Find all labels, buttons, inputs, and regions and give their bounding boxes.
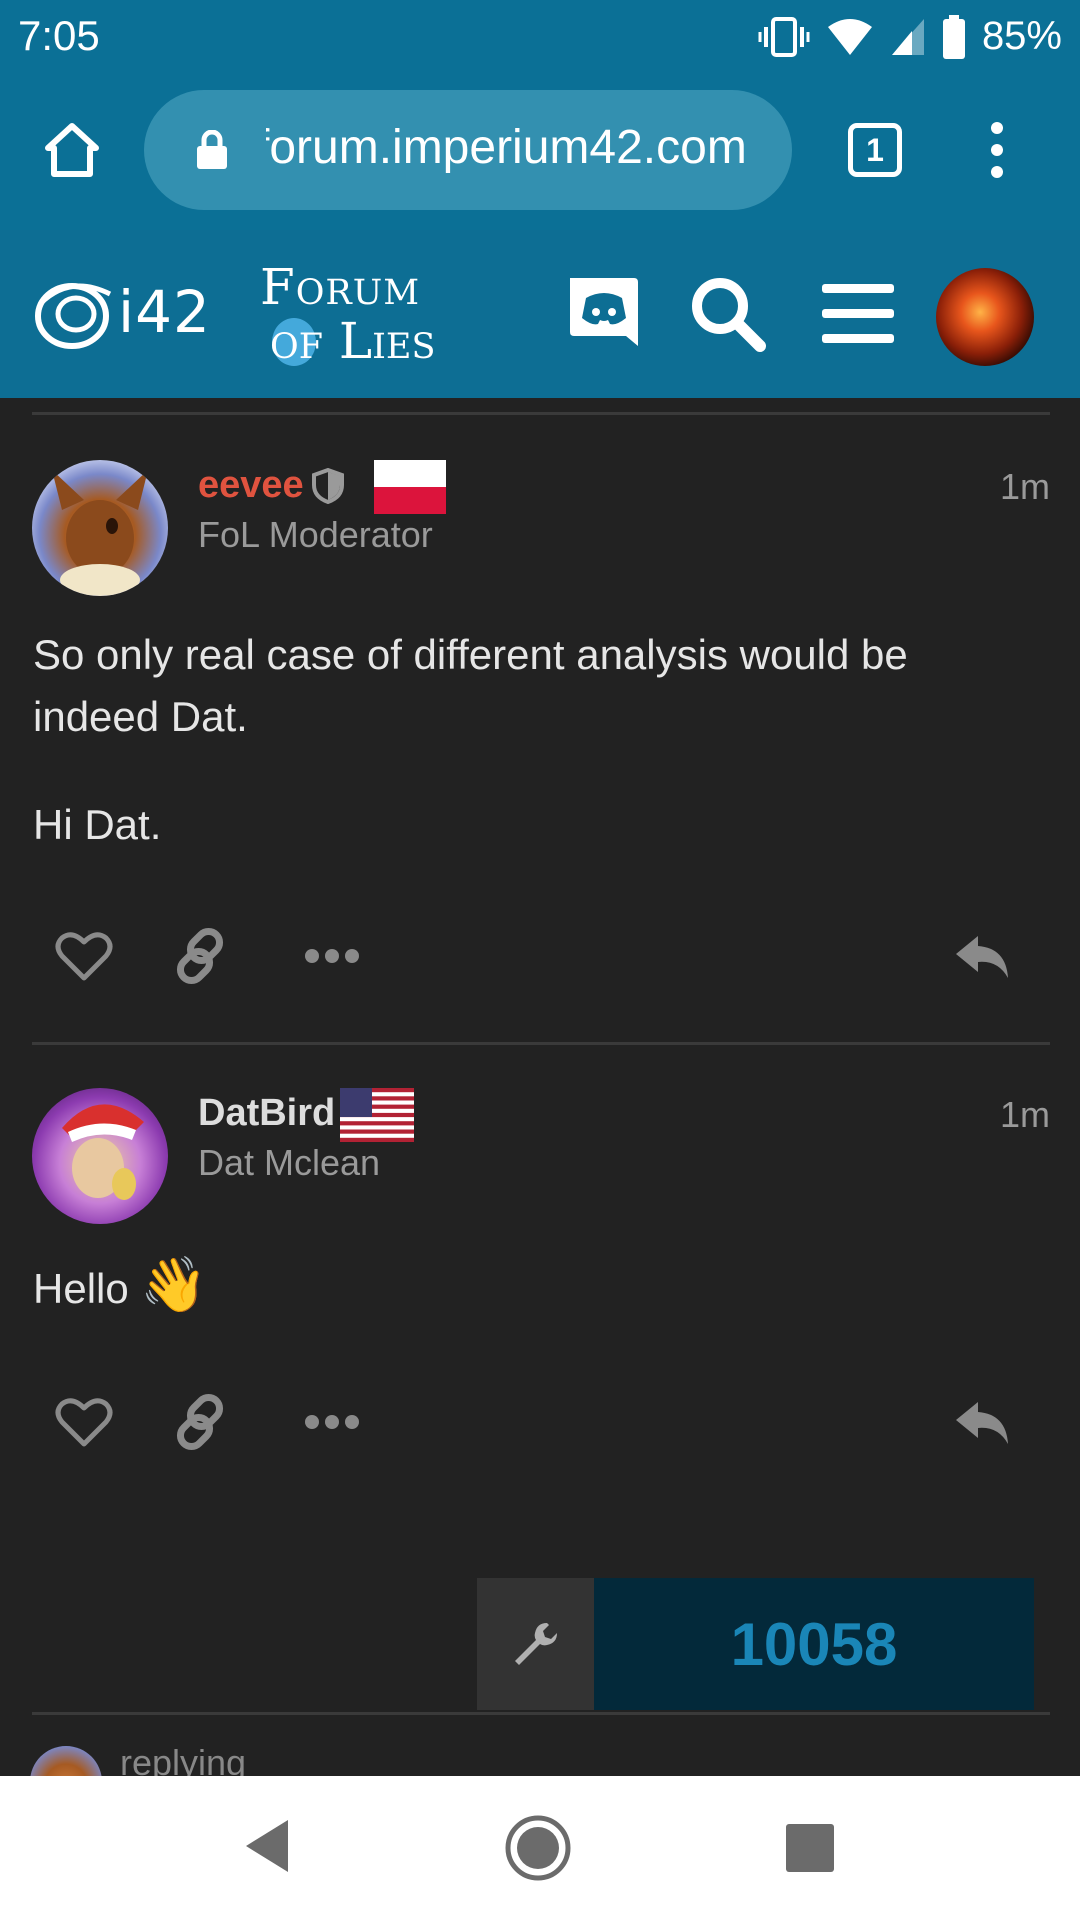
post-time[interactable]: 1m — [1000, 1094, 1050, 1136]
timeline-counter[interactable]: 10058 — [594, 1578, 1034, 1710]
forum-logo-line2: of Lies — [270, 312, 436, 370]
poland-flag-icon — [374, 460, 446, 514]
url-text[interactable]: forum.imperium42.com — [266, 120, 776, 175]
post-actions — [0, 1392, 1080, 1472]
link-icon[interactable] — [170, 926, 230, 986]
usa-flag-icon — [340, 1088, 414, 1142]
status-icons: 85% — [758, 14, 1062, 59]
admin-wrench-button[interactable] — [477, 1578, 594, 1710]
wifi-icon — [827, 18, 872, 55]
battery-percent: 85% — [981, 14, 1062, 58]
forum-of-lies-logo[interactable]: Forum of Lies — [260, 258, 500, 370]
back-icon[interactable] — [242, 1816, 292, 1876]
footer-divider — [32, 1712, 1050, 1715]
post-divider — [32, 1042, 1050, 1045]
overflow-menu-icon[interactable] — [982, 120, 1012, 180]
post-paragraph: So only real case of different analysis … — [33, 631, 908, 740]
recent-apps-icon[interactable] — [786, 1824, 834, 1872]
browser-toolbar: forum.imperium42.com 1 — [0, 76, 1080, 230]
more-options-icon[interactable] — [302, 1392, 362, 1452]
signal-icon — [891, 18, 924, 55]
post-body: So only real case of different analysis … — [33, 624, 1013, 856]
forum-header: i42 Forum of Lies — [0, 230, 1080, 398]
current-user-avatar[interactable] — [936, 268, 1034, 366]
android-nav-bar — [0, 1776, 1080, 1920]
reply-icon[interactable] — [952, 926, 1012, 986]
poster-avatar[interactable] — [32, 460, 168, 596]
waving-hand-emoji: 👋 — [140, 1255, 208, 1315]
replying-avatar — [30, 1746, 102, 1776]
status-bar: 7:05 85% — [0, 0, 1080, 76]
poster-avatar[interactable] — [32, 1088, 168, 1224]
home-nav-icon[interactable] — [504, 1814, 572, 1882]
vibrate-icon — [758, 16, 810, 57]
wrench-icon — [514, 1623, 557, 1665]
home-icon[interactable] — [42, 120, 102, 180]
post-paragraph: Hi Dat. — [33, 801, 162, 848]
forum-logo-line1: Forum — [260, 258, 421, 316]
i42-logo-text: i42 — [118, 278, 211, 346]
poster-username[interactable]: eevee — [198, 464, 304, 507]
post-text: Hello — [33, 1265, 129, 1312]
more-options-icon[interactable] — [302, 926, 362, 986]
post-body: Hello 👋 — [33, 1254, 1013, 1320]
like-heart-icon[interactable] — [54, 926, 114, 986]
eevee-avatar-art — [52, 470, 148, 596]
poster-username[interactable]: DatBird — [198, 1092, 335, 1135]
post-time[interactable]: 1m — [1000, 466, 1050, 508]
battery-icon — [942, 14, 965, 59]
url-omnibox[interactable]: forum.imperium42.com — [144, 90, 792, 210]
post-actions — [0, 926, 1080, 1006]
lock-icon — [197, 130, 227, 169]
replying-indicator: replying — [0, 1742, 1080, 1776]
moderator-shield-icon — [312, 468, 344, 504]
datbird-avatar-art — [62, 1104, 144, 1200]
search-icon[interactable] — [688, 274, 768, 354]
hamburger-menu-icon[interactable] — [818, 274, 898, 354]
like-heart-icon[interactable] — [54, 1392, 114, 1452]
status-time: 7:05 — [18, 12, 100, 59]
tab-switcher-button[interactable]: 1 — [848, 123, 902, 177]
replying-text: replying — [120, 1742, 247, 1776]
post-divider — [32, 412, 1050, 415]
discord-icon[interactable] — [564, 274, 644, 354]
post-paragraph: Hello 👋 — [33, 1254, 1013, 1320]
poster-title: Dat Mclean — [198, 1142, 381, 1183]
link-icon[interactable] — [170, 1392, 230, 1452]
reply-icon[interactable] — [952, 1392, 1012, 1452]
swirl-icon — [35, 283, 112, 349]
poster-title: FoL Moderator — [198, 514, 433, 555]
